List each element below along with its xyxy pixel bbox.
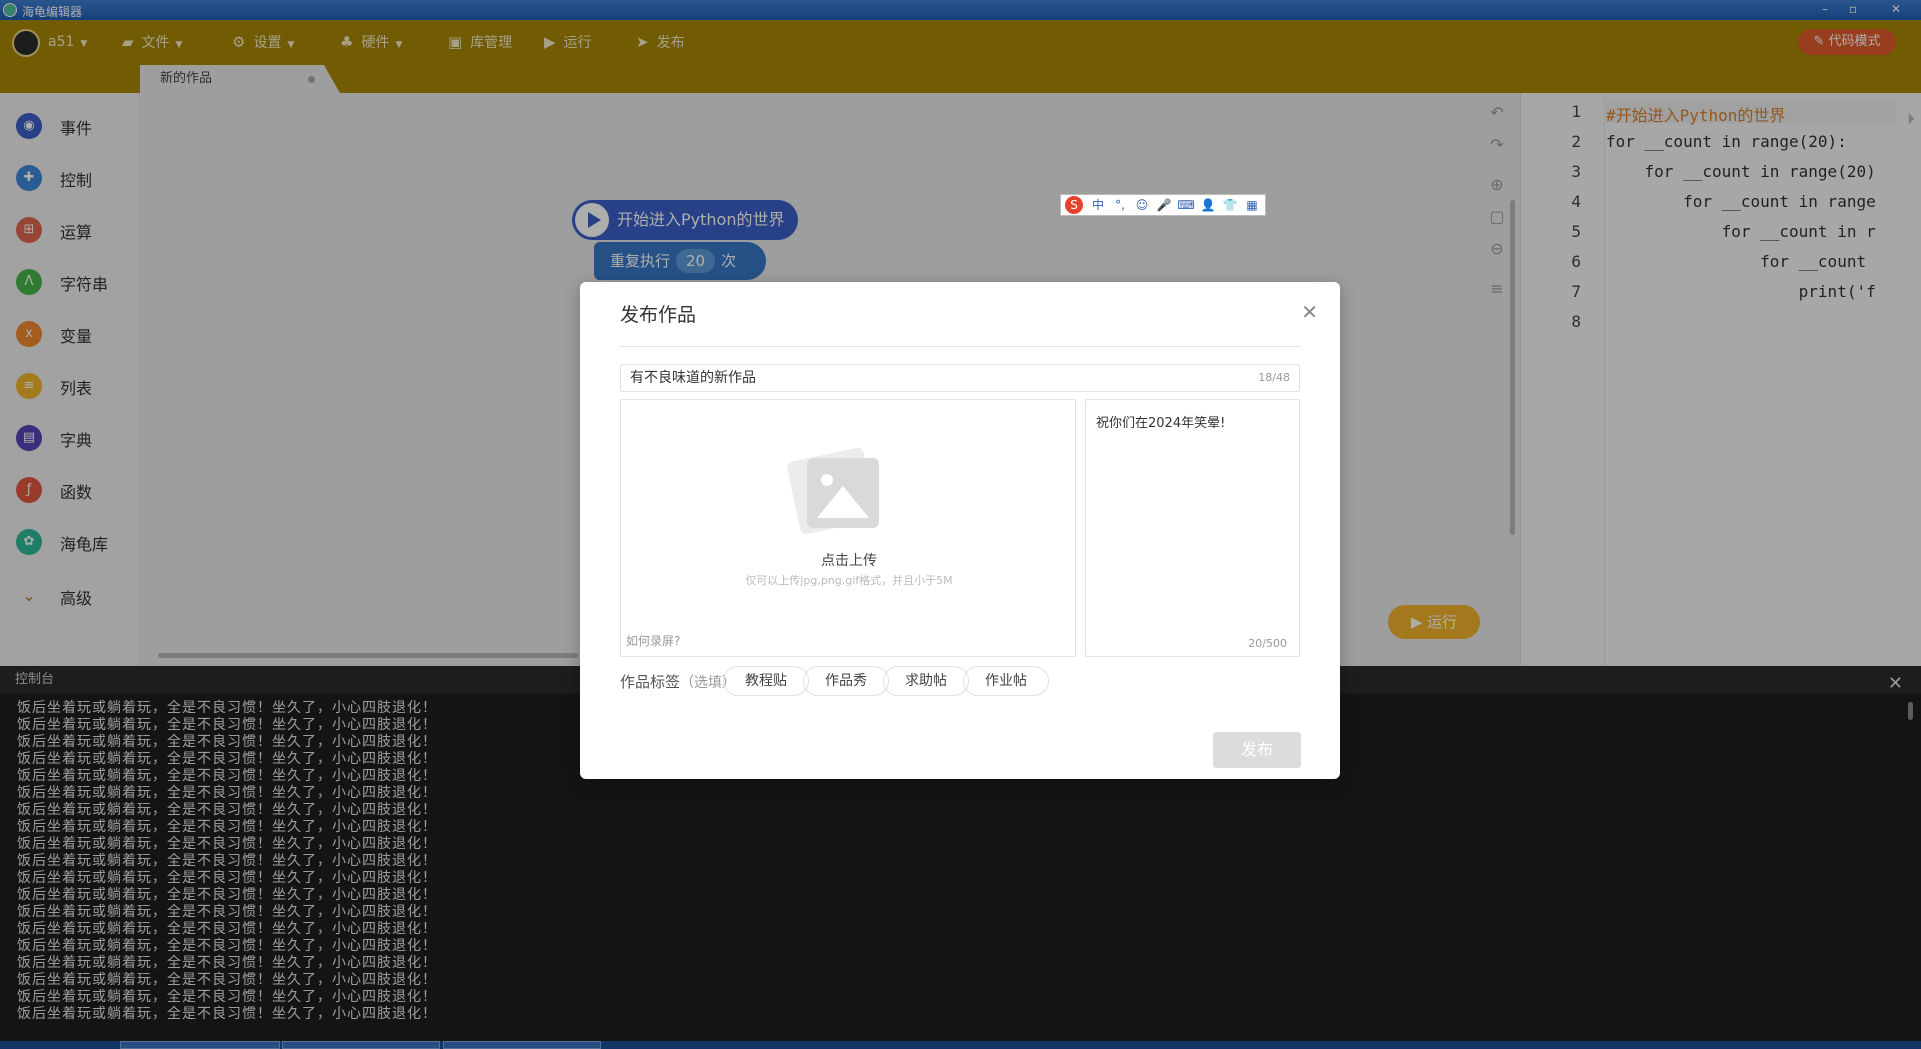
close-dialog-icon[interactable]: ✕ bbox=[1301, 300, 1318, 324]
ime-user-icon[interactable]: 👤 bbox=[1197, 195, 1219, 215]
tags-label: 作品标签（选填） bbox=[620, 671, 736, 692]
ime-emoji-icon[interactable]: ☺ bbox=[1131, 195, 1153, 215]
tag-showcase[interactable]: 作品秀 bbox=[803, 666, 889, 696]
ime-tools-icon[interactable]: ▦ bbox=[1241, 195, 1263, 215]
tag-help[interactable]: 求助帖 bbox=[883, 666, 969, 696]
publish-dialog: 发布作品 ✕ 有不良味道的新作品 18/48 点击上传 仅可以上传jpg,png… bbox=[580, 282, 1340, 779]
ime-voice-icon[interactable]: 🎤 bbox=[1153, 195, 1175, 215]
work-title-value: 有不良味道的新作品 bbox=[630, 370, 756, 386]
image-sun-shape bbox=[821, 474, 833, 486]
ime-chinese-mode-icon[interactable]: 中 bbox=[1087, 195, 1109, 215]
upload-label: 点击上传 bbox=[821, 553, 877, 569]
image-placeholder-icon bbox=[786, 446, 885, 536]
ime-skin-icon[interactable]: 👕 bbox=[1219, 195, 1241, 215]
tags-label-text: 作品标签 bbox=[620, 673, 681, 691]
description-value: 祝你们在2024年笑晕! bbox=[1096, 416, 1226, 431]
publish-button[interactable]: 发布 bbox=[1213, 732, 1301, 768]
ime-toolbar: S 中 °, ☺ 🎤 ⌨ 👤 👕 ▦ bbox=[1060, 194, 1266, 216]
ime-keyboard-icon[interactable]: ⌨ bbox=[1175, 195, 1197, 215]
image-mountain-shape bbox=[817, 486, 869, 518]
description-textarea[interactable]: 祝你们在2024年笑晕! 20/500 bbox=[1085, 399, 1300, 657]
dialog-divider bbox=[620, 346, 1300, 347]
how-to-record-link[interactable]: 如何录屏? bbox=[626, 632, 680, 649]
dialog-title: 发布作品 bbox=[620, 304, 697, 326]
tag-tutorial[interactable]: 教程贴 bbox=[723, 666, 809, 696]
work-title-input[interactable]: 有不良味道的新作品 18/48 bbox=[620, 364, 1300, 392]
description-char-count: 20/500 bbox=[1248, 637, 1287, 650]
tag-homework[interactable]: 作业帖 bbox=[963, 666, 1049, 696]
cover-upload-area[interactable]: 点击上传 仅可以上传jpg,png,gif格式，并且小于5M 如何录屏? bbox=[620, 399, 1076, 657]
title-char-count: 18/48 bbox=[1258, 371, 1290, 384]
ime-punctuation-icon[interactable]: °, bbox=[1109, 195, 1131, 215]
sogou-logo-icon[interactable]: S bbox=[1065, 196, 1083, 214]
upload-hint: 仅可以上传jpg,png,gif格式，并且小于5M bbox=[745, 574, 953, 587]
